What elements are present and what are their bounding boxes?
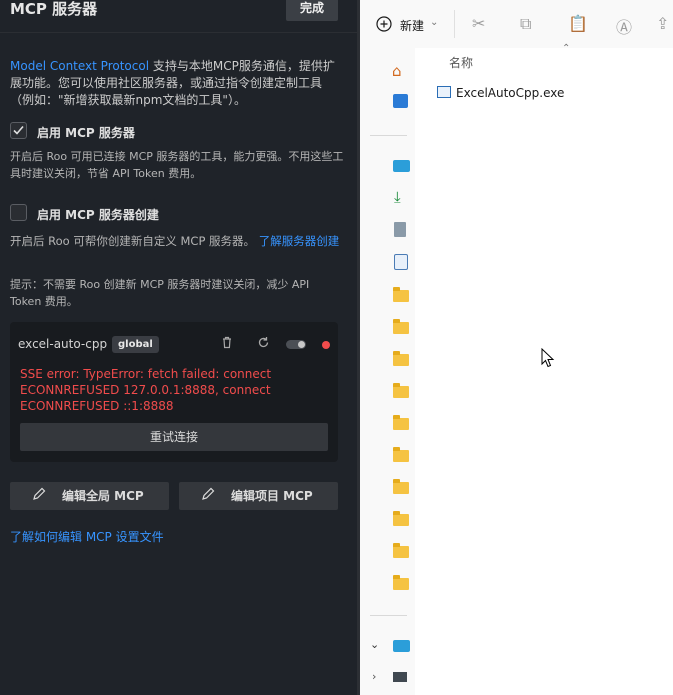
edit-project-mcp-button[interactable]: 编辑项目 MCP <box>179 482 338 510</box>
cut-icon[interactable]: ✂ <box>472 14 485 33</box>
navigation-pane: ⌂ ⤓ ⌄ › <box>360 48 415 695</box>
sort-chevron-up-icon: ⌃ <box>562 43 571 54</box>
explorer-toolbar: 新建 ⌄ ✂ ⧉ 📋 Ⓐ ⇪ <box>360 0 673 48</box>
folder-icon[interactable] <box>393 479 409 494</box>
network-icon[interactable] <box>393 672 407 682</box>
mcp-settings-panel: MCP 服务器 完成 Model Context Protocol 支持与本地M… <box>0 0 357 695</box>
mcp-protocol-link[interactable]: Model Context Protocol <box>10 59 149 73</box>
plus-circle-icon <box>376 16 392 32</box>
error-message: SSE error: TypeError: fetch failed: conn… <box>20 366 330 414</box>
column-header-name[interactable]: 名称 <box>449 54 473 71</box>
file-item[interactable]: ExcelAutoCpp.exe <box>437 86 564 100</box>
toolbar-divider <box>454 10 455 38</box>
error-line: ECONNREFUSED ::1:8888 <box>20 399 174 413</box>
server-card: excel-auto-cpp global SSE error: TypeErr… <box>10 322 338 462</box>
edit-global-mcp-label: 编辑全局 MCP <box>62 489 144 503</box>
done-button[interactable]: 完成 <box>286 0 338 21</box>
home-icon[interactable]: ⌂ <box>392 62 402 80</box>
enable-mcp-label: 启用 MCP 服务器 <box>37 126 135 140</box>
trash-icon[interactable] <box>221 336 233 352</box>
error-line: ECONNREFUSED 127.0.0.1:8888, connect <box>20 383 271 397</box>
downloads-icon[interactable]: ⤓ <box>394 188 401 206</box>
folder-icon[interactable] <box>393 351 409 366</box>
pencil-icon <box>32 483 46 511</box>
file-explorer-window: 新建 ⌄ ✂ ⧉ 📋 Ⓐ ⇪ ⌂ ⤓ ⌄ › ⌃ 名称 ExcelAutoCpp… <box>360 0 673 695</box>
intro-description: Model Context Protocol 支持与本地MCP服务通信，提供扩展… <box>10 58 340 109</box>
folder-icon[interactable] <box>393 511 409 526</box>
enable-creation-checkbox[interactable] <box>10 204 27 221</box>
learn-server-creation-link[interactable]: 了解服务器创建 <box>259 234 340 248</box>
share-icon[interactable]: ⇪ <box>656 14 669 33</box>
expand-chevron-down-icon[interactable]: ⌄ <box>370 638 379 651</box>
expand-chevron-right-icon[interactable]: › <box>372 670 376 683</box>
nav-divider <box>370 135 407 136</box>
server-name: excel-auto-cpp <box>18 337 108 351</box>
desktop-icon[interactable] <box>393 160 410 172</box>
enable-creation-hint: 开启后 Roo 可帮你创建新自定义 MCP 服务器。 了解服务器创建 <box>10 233 344 250</box>
new-label: 新建 <box>400 19 425 33</box>
folder-icon[interactable] <box>393 383 409 398</box>
nav-divider <box>370 615 407 616</box>
folder-icon[interactable] <box>393 543 409 558</box>
server-toggle-switch[interactable] <box>286 340 306 349</box>
rename-icon[interactable]: Ⓐ <box>616 14 632 38</box>
retry-connection-button[interactable]: 重试连接 <box>20 423 328 451</box>
panel-header: MCP 服务器 完成 <box>0 0 357 33</box>
this-pc-icon[interactable] <box>393 640 410 652</box>
refresh-icon[interactable] <box>257 336 270 352</box>
file-list: ⌃ 名称 ExcelAutoCpp.exe <box>415 43 673 695</box>
enable-mcp-hint: 开启后 Roo 可用已连接 MCP 服务器的工具，能力更强。不用这些工具时建议关… <box>10 150 344 180</box>
enable-creation-hint-text: 开启后 Roo 可帮你创建新自定义 MCP 服务器。 <box>10 234 256 248</box>
gallery-icon[interactable] <box>393 94 408 108</box>
documents-icon[interactable] <box>394 222 406 237</box>
learn-edit-settings-link[interactable]: 了解如何编辑 MCP 设置文件 <box>10 528 164 545</box>
enable-creation-label: 启用 MCP 服务器创建 <box>37 208 159 222</box>
edit-global-mcp-button[interactable]: 编辑全局 MCP <box>10 482 169 510</box>
folder-icon[interactable] <box>393 447 409 462</box>
mouse-cursor-icon <box>541 348 555 368</box>
chevron-down-icon: ⌄ <box>430 17 439 28</box>
folder-icon[interactable] <box>393 287 409 302</box>
creation-tip: 提示：不需要 Roo 创建新 MCP 服务器时建议关闭，减少 API Token… <box>10 278 310 308</box>
scope-badge: global <box>112 336 159 353</box>
checkmark-icon <box>13 125 24 135</box>
exe-file-icon <box>437 86 451 98</box>
page-title: MCP 服务器 <box>10 0 98 18</box>
edit-project-mcp-label: 编辑项目 MCP <box>231 489 313 503</box>
pencil-icon <box>201 483 215 511</box>
file-name: ExcelAutoCpp.exe <box>456 86 565 100</box>
status-dot <box>322 341 330 349</box>
enable-mcp-checkbox[interactable] <box>10 122 27 139</box>
copy-icon[interactable]: ⧉ <box>520 14 531 34</box>
recycle-bin-icon[interactable] <box>394 254 408 270</box>
paste-icon[interactable]: 📋 <box>568 14 588 33</box>
error-line: SSE error: TypeError: fetch failed: conn… <box>20 367 272 381</box>
folder-icon[interactable] <box>393 415 409 430</box>
folder-icon[interactable] <box>393 575 409 590</box>
folder-icon[interactable] <box>393 319 409 334</box>
